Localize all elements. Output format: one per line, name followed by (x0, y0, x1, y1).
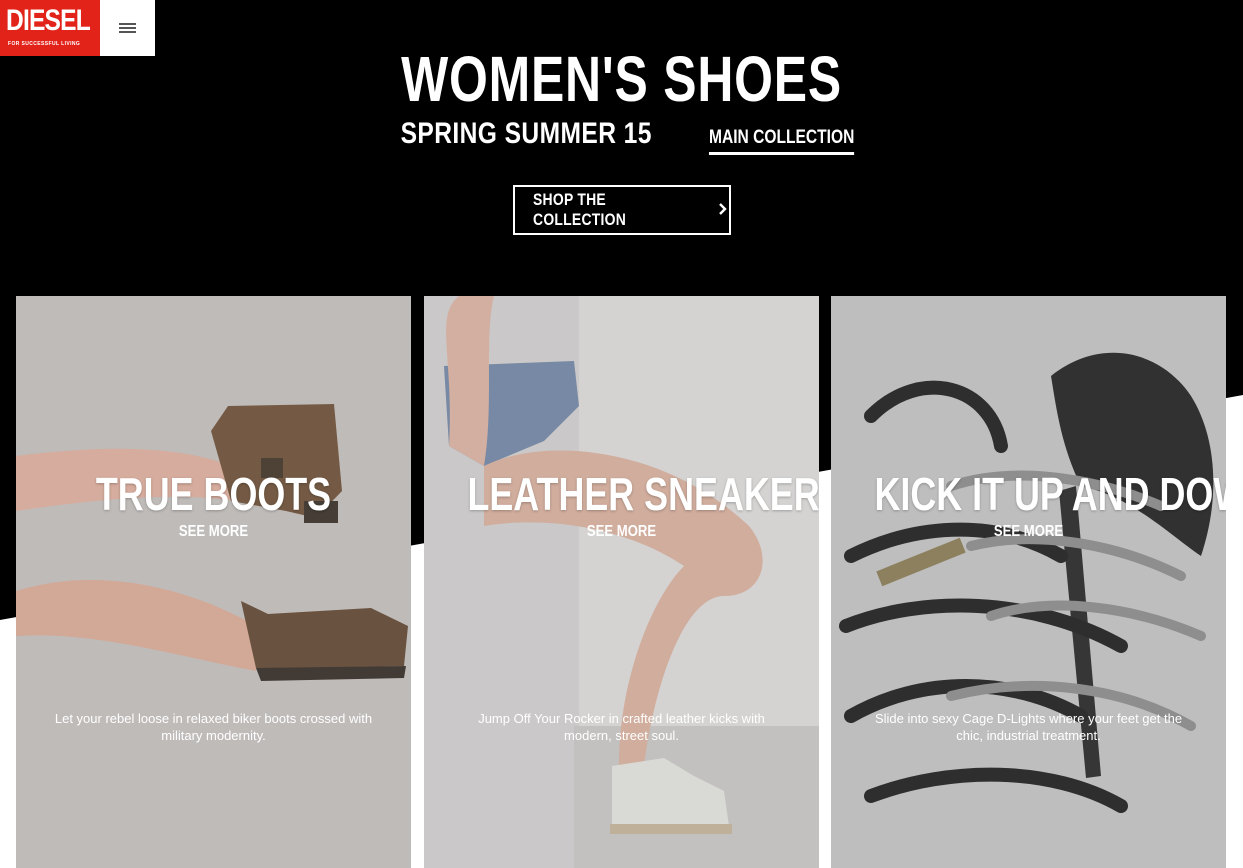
card-description: Slide into sexy Cage D-Lights where your… (874, 711, 1183, 743)
see-more-link[interactable]: SEE MORE (460, 522, 784, 542)
card-description: Let your rebel loose in relaxed biker bo… (54, 711, 373, 743)
card-title: LEATHER SNEAKERS (467, 468, 819, 520)
card-description: Jump Off Your Rocker in crafted leather … (478, 711, 765, 743)
see-more-link[interactable]: SEE MORE (867, 522, 1191, 542)
logo-wordmark: DIESEL (6, 4, 91, 37)
card-title: KICK IT UP AND DOWN (874, 468, 1226, 520)
category-card-true-boots[interactable]: TRUE BOOTS SEE MORE Let your rebel loose… (16, 296, 411, 868)
category-card-kick-it-up[interactable]: KICK IT UP AND DOWN SEE MORE Slide into … (831, 296, 1226, 868)
shop-collection-label: SHOP THE COLLECTION (533, 190, 627, 229)
season-label: SPRING SUMMER 15 (400, 117, 652, 150)
chevron-right-icon (717, 200, 729, 221)
diesel-logo[interactable]: DIESEL FOR SUCCESSFUL LIVING (0, 0, 100, 56)
shop-collection-button[interactable]: SHOP THE COLLECTION (513, 185, 731, 235)
logo-tagline: FOR SUCCESSFUL LIVING (8, 41, 81, 47)
main-collection-link[interactable]: MAIN COLLECTION (708, 126, 855, 155)
season-row: SPRING SUMMER 15 MAIN COLLECTION (0, 116, 1243, 155)
card-title: TRUE BOOTS (95, 468, 332, 520)
hamburger-menu-icon (119, 21, 136, 35)
see-more-link[interactable]: SEE MORE (52, 522, 376, 542)
category-card-leather-sneakers[interactable]: LEATHER SNEAKERS SEE MORE Jump Off Your … (424, 296, 819, 868)
page-title: WOMEN'S SHOES (401, 43, 842, 115)
